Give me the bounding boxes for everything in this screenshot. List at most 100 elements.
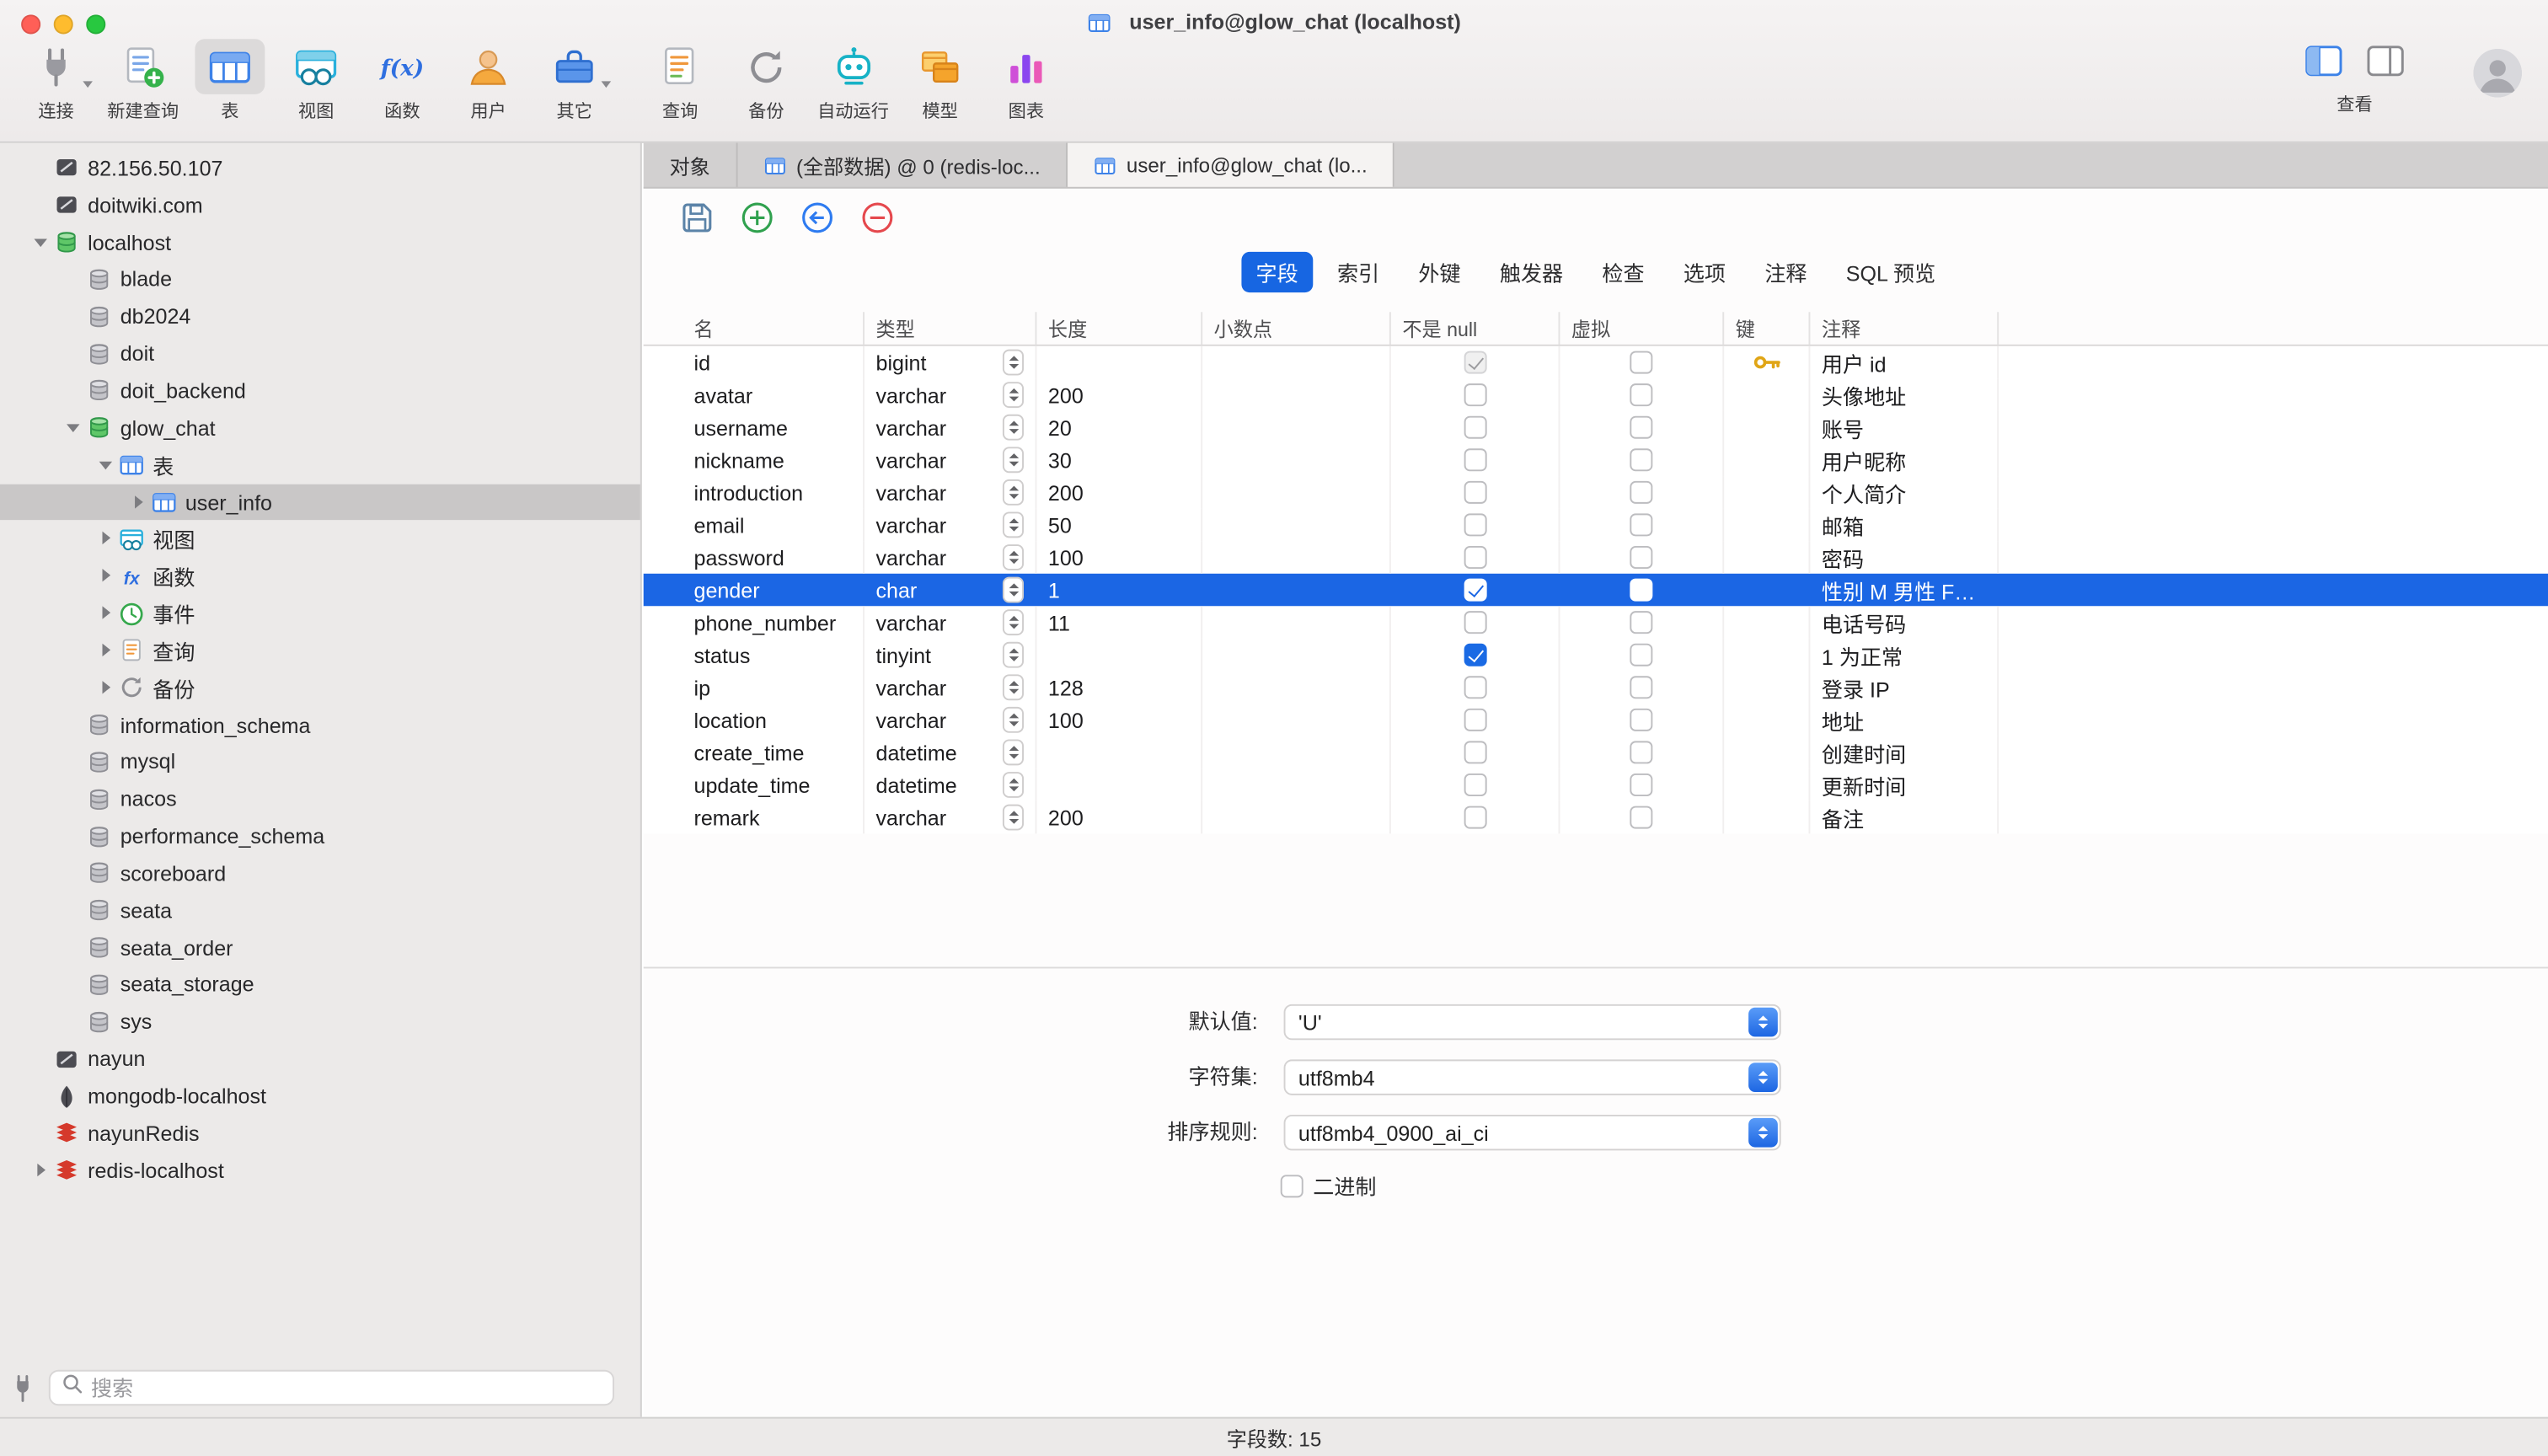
tree-item-item[interactable]: 表 <box>0 447 640 484</box>
user-avatar[interactable] <box>2473 49 2522 98</box>
field-name-cell[interactable]: create_time <box>644 736 864 769</box>
field-name-cell[interactable]: gender <box>644 574 864 607</box>
field-decimals-cell[interactable] <box>1202 378 1391 411</box>
field-name-cell[interactable]: location <box>644 704 864 736</box>
insert-field-button[interactable] <box>800 200 835 235</box>
tree-item-seata-order[interactable]: seata_order <box>0 929 640 966</box>
field-comment-cell[interactable]: 头像地址 <box>1810 378 1999 411</box>
tree-item-seata[interactable]: seata <box>0 892 640 929</box>
chevron-right-icon[interactable] <box>126 490 151 514</box>
field-decimals-cell[interactable] <box>1202 476 1391 509</box>
tree-item-nacos[interactable]: nacos <box>0 780 640 817</box>
field-length-cell[interactable]: 20 <box>1036 411 1202 444</box>
field-comment-cell[interactable]: 1 为正常 <box>1810 639 1999 672</box>
field-decimals-cell[interactable] <box>1202 509 1391 542</box>
field-type-cell[interactable]: varchar <box>864 509 1036 542</box>
type-stepper[interactable] <box>1003 415 1024 441</box>
field-type-cell[interactable]: datetime <box>864 768 1036 801</box>
toolbar-backup-button[interactable]: 备份 <box>723 39 809 123</box>
field-comment-cell[interactable]: 电话号码 <box>1810 606 1999 639</box>
field-name-cell[interactable]: nickname <box>644 444 864 477</box>
virtual-checkbox[interactable] <box>1630 676 1652 699</box>
field-name-cell[interactable]: status <box>644 639 864 672</box>
toolbar-charts-button[interactable]: 图表 <box>983 39 1069 123</box>
type-stepper[interactable] <box>1003 577 1024 603</box>
connection-plug-icon[interactable] <box>11 1375 34 1403</box>
toolbar-model-button[interactable]: 模型 <box>897 39 983 123</box>
field-decimals-cell[interactable] <box>1202 444 1391 477</box>
dropdown-arrows-icon[interactable] <box>1748 1118 1777 1148</box>
field-decimals-cell[interactable] <box>1202 574 1391 607</box>
tree-item-seata-storage[interactable]: seata_storage <box>0 966 640 1004</box>
field-length-cell[interactable]: 128 <box>1036 671 1202 704</box>
not-null-checkbox[interactable] <box>1464 383 1486 406</box>
field-comment-cell[interactable]: 登录 IP <box>1810 671 1999 704</box>
not-null-checkbox[interactable] <box>1464 416 1486 439</box>
tab-0[interactable]: 对象 <box>644 143 738 187</box>
type-stepper[interactable] <box>1003 674 1024 700</box>
field-length-cell[interactable]: 200 <box>1036 801 1202 834</box>
not-null-checkbox[interactable] <box>1464 676 1486 699</box>
field-type-cell[interactable]: varchar <box>864 606 1036 639</box>
tree-item-db2024[interactable]: db2024 <box>0 298 640 335</box>
tree-item-item[interactable]: 视图 <box>0 521 640 558</box>
field-length-cell[interactable] <box>1036 736 1202 769</box>
column-header-7[interactable]: 注释 <box>1810 312 1999 345</box>
field-type-cell[interactable]: varchar <box>864 704 1036 736</box>
segment-触发器[interactable]: 触发器 <box>1485 251 1578 292</box>
tree-item-item[interactable]: fx函数 <box>0 558 640 595</box>
segment-注释[interactable]: 注释 <box>1750 251 1822 292</box>
field-row-nickname[interactable]: nicknamevarchar30用户昵称 <box>644 444 2548 477</box>
field-row-status[interactable]: statustinyint 1 为正常 <box>644 639 2548 672</box>
type-stepper[interactable] <box>1003 642 1024 668</box>
toolbar-automation-button[interactable]: 自动运行 <box>809 39 897 123</box>
field-comment-cell[interactable]: 创建时间 <box>1810 736 1999 769</box>
field-type-cell[interactable]: datetime <box>864 736 1036 769</box>
field-row-email[interactable]: emailvarchar50邮箱 <box>644 509 2548 542</box>
tree-item-information-schema[interactable]: information_schema <box>0 706 640 743</box>
field-decimals-cell[interactable] <box>1202 541 1391 574</box>
field-length-cell[interactable]: 200 <box>1036 378 1202 411</box>
field-name-cell[interactable]: avatar <box>644 378 864 411</box>
toolbar-query-button[interactable]: 查询 <box>637 39 723 123</box>
tab-2[interactable]: user_info@glow_chat (lo... <box>1068 143 1394 187</box>
field-name-cell[interactable]: phone_number <box>644 606 864 639</box>
detail-combo-0[interactable]: 'U' <box>1284 1004 1781 1040</box>
virtual-checkbox[interactable] <box>1630 709 1652 731</box>
field-decimals-cell[interactable] <box>1202 768 1391 801</box>
field-row-phone_number[interactable]: phone_numbervarchar11 电话号码 <box>644 606 2548 639</box>
virtual-checkbox[interactable] <box>1630 351 1652 374</box>
virtual-checkbox[interactable] <box>1630 546 1652 569</box>
virtual-checkbox[interactable] <box>1630 611 1652 634</box>
not-null-checkbox[interactable] <box>1464 546 1486 569</box>
field-row-remark[interactable]: remarkvarchar200备注 <box>644 801 2548 834</box>
field-comment-cell[interactable]: 更新时间 <box>1810 768 1999 801</box>
chevron-right-icon[interactable] <box>94 602 119 626</box>
detail-combo-1[interactable]: utf8mb4 <box>1284 1059 1781 1095</box>
column-header-5[interactable]: 虚拟 <box>1560 312 1724 345</box>
tree-item-blade[interactable]: blade <box>0 261 640 298</box>
virtual-checkbox[interactable] <box>1630 513 1652 536</box>
field-type-cell[interactable]: tinyint <box>864 639 1036 672</box>
type-stepper[interactable] <box>1003 382 1024 408</box>
toolbar-table-button[interactable]: 表 <box>187 39 273 123</box>
field-comment-cell[interactable]: 个人简介 <box>1810 476 1999 509</box>
toolbar-others-button[interactable]: 其它 <box>532 39 618 123</box>
field-type-cell[interactable]: char <box>864 574 1036 607</box>
tree-item-item[interactable]: 查询 <box>0 632 640 669</box>
field-row-introduction[interactable]: introductionvarchar200个人简介 <box>644 476 2548 509</box>
tree-item-scoreboard[interactable]: scoreboard <box>0 854 640 891</box>
field-length-cell[interactable]: 30 <box>1036 444 1202 477</box>
field-length-cell[interactable]: 11 <box>1036 606 1202 639</box>
tree-item-nayunredis[interactable]: nayunRedis <box>0 1115 640 1152</box>
field-name-cell[interactable]: password <box>644 541 864 574</box>
binary-checkbox[interactable] <box>1281 1174 1303 1196</box>
detail-combo-2[interactable]: utf8mb4_0900_ai_ci <box>1284 1115 1781 1150</box>
field-decimals-cell[interactable] <box>1202 671 1391 704</box>
tree-item-mongodb-localhost[interactable]: mongodb-localhost <box>0 1078 640 1115</box>
field-length-cell[interactable]: 100 <box>1036 704 1202 736</box>
tree-item-nayun[interactable]: nayun <box>0 1041 640 1078</box>
field-length-cell[interactable] <box>1036 346 1202 379</box>
chevron-right-icon[interactable] <box>94 676 119 700</box>
virtual-checkbox[interactable] <box>1630 481 1652 504</box>
